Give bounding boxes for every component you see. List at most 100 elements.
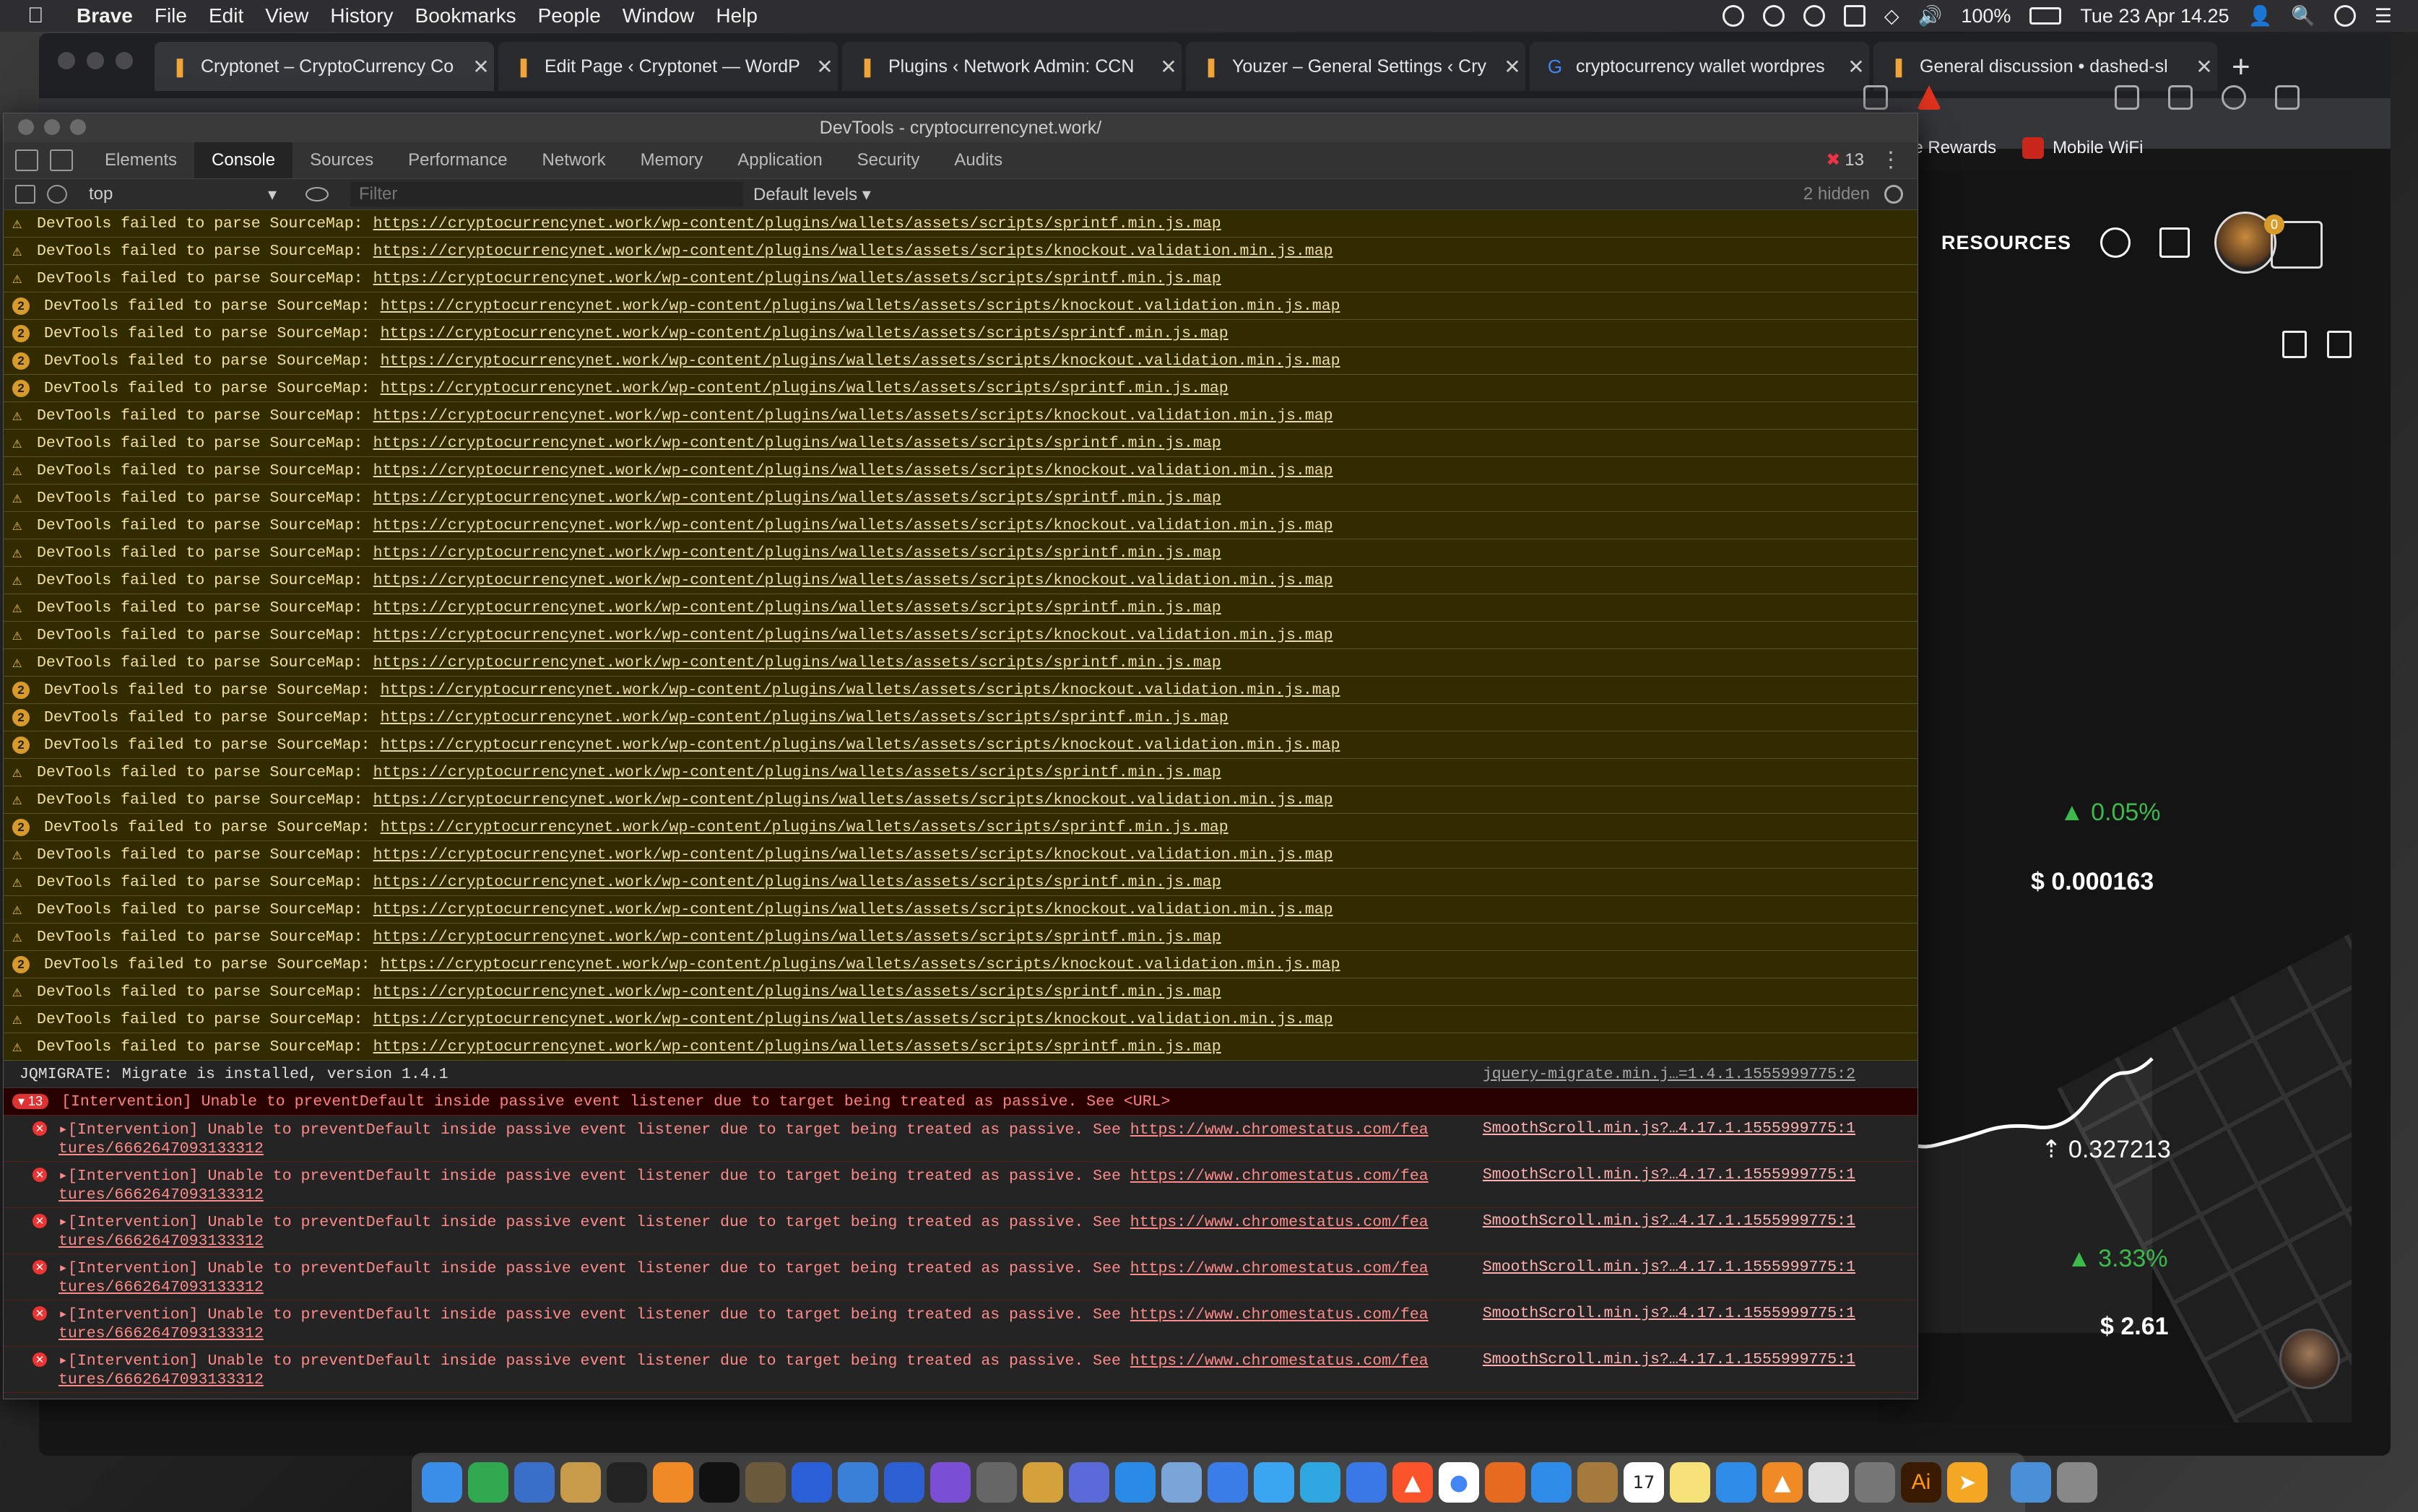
menu-window[interactable]: Window — [623, 4, 695, 27]
activity-monitor-icon[interactable] — [607, 1462, 647, 1503]
console-settings-gear-icon[interactable] — [1884, 185, 1903, 204]
error-group-header[interactable]: ▾ 13 [Intervention] Unable to preventDefa… — [4, 1088, 1918, 1116]
sourcemap-link[interactable]: https://cryptocurrencynet.work/wp-conten… — [373, 654, 1221, 672]
source-location-link[interactable]: SmoothScroll.min.js?…4.17.1.1555999775:1 — [1483, 1259, 1855, 1276]
new-tab-button[interactable]: + — [2232, 49, 2250, 85]
telegram-icon[interactable] — [1300, 1462, 1340, 1503]
devtools-zoom-button[interactable] — [70, 119, 86, 135]
terminal-icon[interactable] — [699, 1462, 740, 1503]
sourcemap-link[interactable]: https://cryptocurrencynet.work/wp-conten… — [381, 682, 1340, 699]
console-error-row[interactable]: ✕ ▸[Intervention] Unable to preventDefaul… — [4, 1162, 1918, 1208]
finder-icon[interactable] — [422, 1462, 462, 1503]
console-error-row[interactable]: ✕ ▸[Intervention] Unable to preventDefaul… — [4, 1208, 1918, 1254]
source-location-link[interactable]: SmoothScroll.min.js?…4.17.1.1555999775:1 — [1483, 1351, 1855, 1368]
close-tab-icon[interactable]: ✕ — [1499, 55, 1525, 79]
chromestatus-link-continued[interactable]: tures/6662647093133312 — [58, 1186, 264, 1204]
forward-icon[interactable]: ➤ — [1947, 1462, 1988, 1503]
live-expression-eye-icon[interactable] — [306, 187, 329, 201]
log-levels-dropdown[interactable]: Default levels ▾ — [753, 184, 871, 205]
calendar-icon[interactable]: 17 — [1624, 1462, 1664, 1503]
apple-menu-icon[interactable]:  — [27, 4, 56, 28]
system-preferences-icon[interactable] — [1855, 1462, 1895, 1503]
chrome-icon[interactable]: ● — [1439, 1462, 1479, 1503]
tab-security[interactable]: Security — [840, 142, 937, 178]
mail-icon[interactable] — [2159, 227, 2190, 258]
console-error-row[interactable]: ✕ ▸[Intervention] Unable to preventDefaul… — [4, 1300, 1918, 1347]
device-toolbar-icon[interactable] — [50, 149, 73, 171]
sourcemap-link[interactable]: https://cryptocurrencynet.work/wp-conten… — [381, 709, 1228, 726]
edit-icon[interactable] — [2282, 331, 2307, 358]
inspect-element-icon[interactable] — [15, 149, 38, 171]
3d-box-icon[interactable] — [1023, 1462, 1063, 1503]
source-location-link[interactable]: SmoothScroll.min.js?…4.17.1.1555999775:1 — [1483, 1166, 1855, 1183]
menu-file[interactable]: File — [155, 4, 187, 27]
firefox-icon[interactable] — [1485, 1462, 1525, 1503]
sourcemap-link[interactable]: https://cryptocurrencynet.work/wp-conten… — [373, 627, 1333, 644]
sourcemap-link[interactable]: https://cryptocurrencynet.work/wp-conten… — [373, 270, 1221, 287]
chromestatus-link[interactable]: https://www.chromestatus.com/fea — [1130, 1260, 1429, 1277]
volume-icon[interactable]: 🔊 — [1918, 4, 1943, 27]
battery-icon[interactable] — [2029, 7, 2062, 25]
nav-resources-link[interactable]: RESOURCES — [1941, 232, 2071, 254]
archive-icon[interactable] — [560, 1462, 601, 1503]
chromestatus-link-continued[interactable]: tures/6662647093133312 — [58, 1233, 264, 1250]
trash-icon[interactable] — [2057, 1462, 2097, 1503]
devtools-close-button[interactable] — [18, 119, 34, 135]
devtools-minimize-button[interactable] — [44, 119, 60, 135]
tab-audits[interactable]: Audits — [937, 142, 1020, 178]
sourcemap-link[interactable]: https://cryptocurrencynet.work/wp-conten… — [373, 517, 1333, 534]
sourcemap-link[interactable]: https://cryptocurrencynet.work/wp-conten… — [373, 983, 1221, 1001]
source-location-link[interactable]: SmoothScroll.min.js?…4.17.1.1555999775:1 — [1483, 1212, 1855, 1230]
sourcemap-link[interactable]: https://cryptocurrencynet.work/wp-conten… — [373, 572, 1333, 589]
vlc-icon[interactable]: ▲ — [1762, 1462, 1803, 1503]
notebook-icon[interactable] — [1577, 1462, 1618, 1503]
sourcemap-link[interactable]: https://cryptocurrencynet.work/wp-conten… — [373, 764, 1221, 781]
source-location-link[interactable]: jquery-migrate.min.j…=1.4.1.1555999775:2 — [1483, 1066, 1855, 1083]
sourcemap-link[interactable]: https://cryptocurrencynet.work/wp-conten… — [381, 737, 1340, 754]
source-location-link[interactable]: SmoothScroll.min.js?…4.17.1.1555999775:1 — [1483, 1305, 1855, 1322]
x-app-icon[interactable] — [1069, 1462, 1109, 1503]
safari-extension-icon[interactable] — [2168, 85, 2193, 110]
chromestatus-link[interactable]: https://www.chromestatus.com/fea — [1130, 1168, 1429, 1185]
siri-icon[interactable] — [930, 1462, 971, 1503]
profile-icon[interactable] — [2222, 85, 2246, 110]
source-location-link[interactable]: SmoothScroll.min.js?…4.17.1.1555999775:1 — [1483, 1120, 1855, 1137]
clear-console-icon[interactable] — [47, 185, 67, 204]
brave-icon[interactable]: ▲ — [1392, 1462, 1433, 1503]
a-app-icon[interactable] — [884, 1462, 924, 1503]
sidebar-toggle-icon[interactable] — [15, 185, 35, 204]
sourcemap-link[interactable]: https://cryptocurrencynet.work/wp-conten… — [373, 929, 1221, 946]
cryptowallet-icon[interactable] — [468, 1462, 508, 1503]
zoom-window-button[interactable] — [116, 52, 133, 69]
tab-sources[interactable]: Sources — [292, 142, 391, 178]
sourcemap-link[interactable]: https://cryptocurrencynet.work/wp-conten… — [373, 490, 1221, 507]
sourcemap-link[interactable]: https://cryptocurrencynet.work/wp-conten… — [373, 544, 1221, 562]
close-tab-icon[interactable]: ✕ — [812, 55, 838, 79]
menu-people[interactable]: People — [538, 4, 601, 27]
sublime-text-icon[interactable] — [653, 1462, 693, 1503]
menu-history[interactable]: History — [330, 4, 393, 27]
sourcemap-link[interactable]: https://cryptocurrencynet.work/wp-conten… — [373, 407, 1333, 425]
sourcemap-link[interactable]: https://cryptocurrencynet.work/wp-conten… — [373, 1038, 1221, 1056]
close-tab-icon[interactable]: ✕ — [2191, 55, 2217, 79]
tab-plugins[interactable]: ❚ Plugins ‹ Network Admin: CCN ✕ — [842, 42, 1182, 91]
menu-app-name[interactable]: Brave — [77, 4, 133, 27]
cart-icon[interactable]: 0 — [2264, 214, 2323, 269]
sourcemap-link[interactable]: https://cryptocurrencynet.work/wp-conten… — [373, 1011, 1333, 1028]
document-icon[interactable] — [2327, 331, 2352, 358]
tab-performance[interactable]: Performance — [391, 142, 524, 178]
menu-bookmarks[interactable]: Bookmarks — [415, 4, 516, 27]
close-tab-icon[interactable]: ✕ — [1843, 55, 1869, 79]
safari-icon[interactable] — [1531, 1462, 1572, 1503]
console-filter-input[interactable] — [350, 182, 743, 207]
menu-view[interactable]: View — [265, 4, 308, 27]
sourcemap-link[interactable]: https://cryptocurrencynet.work/wp-conten… — [373, 901, 1333, 918]
tab-youzer-settings[interactable]: ❚ Youzer – General Settings ‹ Cry ✕ — [1186, 42, 1525, 91]
tab-elements[interactable]: Elements — [87, 142, 194, 178]
sourcemap-link[interactable]: https://cryptocurrencynet.work/wp-conten… — [381, 380, 1228, 397]
tab-edit-page[interactable]: ❚ Edit Page ‹ Cryptonet — WordP ✕ — [498, 42, 838, 91]
chromestatus-link[interactable]: https://www.chromestatus.com/fea — [1130, 1121, 1429, 1139]
sourcemap-link[interactable]: https://cryptocurrencynet.work/wp-conten… — [373, 846, 1333, 864]
floating-chat-avatar[interactable] — [2279, 1329, 2340, 1389]
s-app-icon[interactable] — [514, 1462, 555, 1503]
